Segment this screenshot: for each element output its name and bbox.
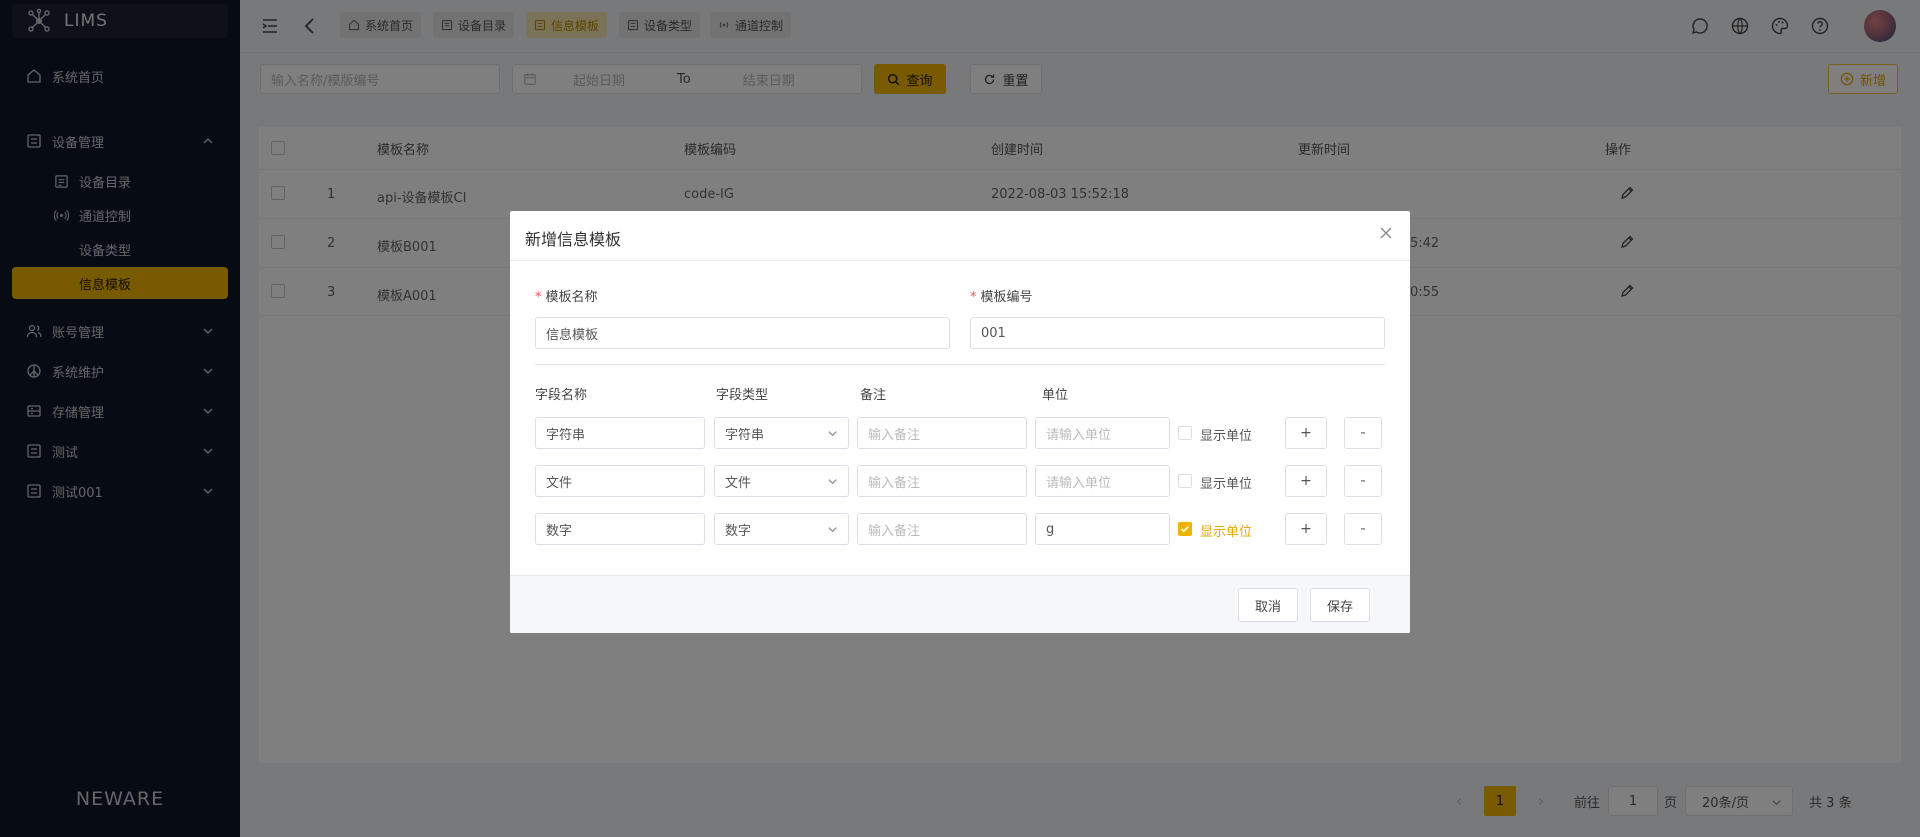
remove-field-button[interactable]: - — [1344, 417, 1382, 449]
chevron-down-icon — [828, 431, 837, 437]
field-row: 数字 数字 输入备注 g 显示单位 + - — [510, 513, 1410, 545]
field-row: 字符串 字符串 输入备注 请输入单位 显示单位 + - — [510, 417, 1410, 449]
check-icon — [1180, 525, 1190, 533]
dialog-footer: 取消 保存 — [510, 575, 1410, 633]
template-name-label: * 模板名称 — [535, 290, 598, 305]
field-name-input[interactable]: 文件 — [535, 465, 705, 497]
field-type-select[interactable]: 文件 — [714, 465, 849, 497]
add-field-button[interactable]: + — [1285, 417, 1327, 449]
add-field-button[interactable]: + — [1285, 465, 1327, 497]
column-label-unit: 单位 — [1042, 388, 1069, 403]
field-type-value: 文件 — [725, 475, 752, 491]
column-label-field-type: 字段类型 — [716, 388, 769, 403]
field-row: 文件 文件 输入备注 请输入单位 显示单位 + - — [510, 465, 1410, 497]
field-type-value: 字符串 — [725, 427, 765, 443]
field-name-input[interactable]: 数字 — [535, 513, 705, 545]
save-button[interactable]: 保存 — [1310, 588, 1370, 622]
column-label-remark: 备注 — [860, 388, 887, 403]
remark-input[interactable]: 输入备注 — [857, 513, 1027, 545]
field-name-input[interactable]: 字符串 — [535, 417, 705, 449]
template-name-input[interactable]: 信息模板 — [535, 317, 950, 349]
chevron-down-icon — [828, 527, 837, 533]
form-divider — [535, 364, 1385, 365]
add-template-dialog: 新增信息模板 * 模板名称 * 模板编号 信息模板 001 字段名称 字段类型 备注… — [510, 211, 1410, 633]
close-icon[interactable] — [1378, 225, 1394, 241]
show-unit-checkbox[interactable] — [1178, 474, 1192, 488]
field-type-value: 数字 — [725, 523, 752, 539]
dialog-title: 新增信息模板 — [525, 230, 622, 249]
show-unit-checkbox[interactable] — [1178, 426, 1192, 440]
show-unit-label[interactable]: 显示单位 — [1200, 425, 1252, 444]
remark-input[interactable]: 输入备注 — [857, 465, 1027, 497]
field-type-select[interactable]: 字符串 — [714, 417, 849, 449]
cancel-button[interactable]: 取消 — [1238, 588, 1298, 622]
chevron-down-icon — [828, 479, 837, 485]
add-field-button[interactable]: + — [1285, 513, 1327, 545]
show-unit-label[interactable]: 显示单位 — [1200, 473, 1252, 492]
show-unit-label[interactable]: 显示单位 — [1200, 521, 1252, 540]
field-type-select[interactable]: 数字 — [714, 513, 849, 545]
remark-input[interactable]: 输入备注 — [857, 417, 1027, 449]
dialog-header-divider — [510, 260, 1410, 261]
template-code-input[interactable]: 001 — [970, 317, 1385, 349]
unit-input[interactable]: g — [1035, 513, 1170, 545]
unit-input[interactable]: 请输入单位 — [1035, 465, 1170, 497]
remove-field-button[interactable]: - — [1344, 465, 1382, 497]
remove-field-button[interactable]: - — [1344, 513, 1382, 545]
unit-input[interactable]: 请输入单位 — [1035, 417, 1170, 449]
template-code-label: * 模板编号 — [970, 290, 1033, 305]
column-label-field-name: 字段名称 — [535, 388, 588, 403]
show-unit-checkbox[interactable] — [1178, 522, 1192, 536]
